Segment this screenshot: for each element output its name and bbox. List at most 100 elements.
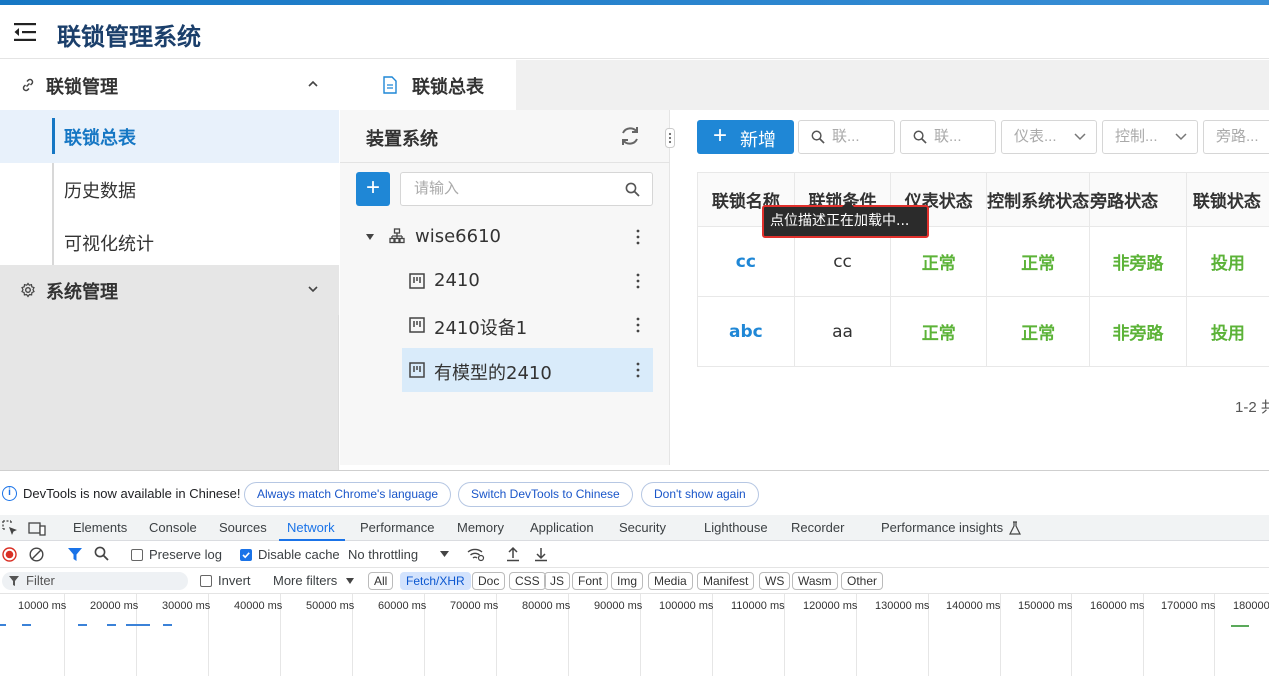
status-cell: 投用 [1186,297,1269,367]
app-header: 联锁管理系统 [0,5,1269,59]
caret-down-icon[interactable] [365,233,375,241]
sidebar-item-interlock-table[interactable]: 联锁总表 [0,110,339,163]
devtools-tab-network[interactable]: Network [287,520,335,535]
network-timeline-overview[interactable]: 10000 ms 20000 ms 30000 ms 40000 ms 5000… [0,594,1269,684]
chip-font[interactable]: Font [572,572,608,590]
tree-node-root[interactable]: wise6610 [358,215,653,259]
devtools-tab-performance-insights[interactable]: Performance insights [881,520,1003,535]
more-vertical-icon[interactable] [635,227,641,247]
add-button-label: 新增 [740,126,776,152]
timeline-label: 80000 ms [522,600,570,612]
table-row[interactable]: abc aa 正常 正常 非旁路 投用 [698,297,1269,367]
devtools-tab-performance[interactable]: Performance [360,520,434,535]
interlock-name-link[interactable]: abc [698,297,795,367]
table-panel: + 新增 联... 联... 仪表... 控制... 旁路... 联锁名称 联锁… [697,110,1269,465]
filter-control-status[interactable]: 控制... [1102,120,1198,154]
chip-ws[interactable]: WS [759,572,790,590]
network-filter-input[interactable]: Filter [2,572,188,590]
chip-css[interactable]: CSS [509,572,546,590]
more-vertical-icon[interactable] [635,315,641,335]
search-placeholder: 请输入 [414,180,459,197]
notice-text: DevTools is now available in Chinese! [23,486,241,501]
throttling-select[interactable]: No throttling [348,547,418,562]
info-icon: i [2,486,17,501]
device-icon [409,317,425,333]
add-node-button[interactable]: + [356,172,390,206]
sidebar-group-interlock[interactable]: 联锁管理 [0,60,339,110]
tree-panel-title: 装置系统 [366,125,438,151]
plus-icon: + [713,123,727,149]
chip-wasm[interactable]: Wasm [792,572,838,590]
timeline-label: 70000 ms [450,600,498,612]
chip-img[interactable]: Img [611,572,643,590]
column-header[interactable]: 控制系统状态 [987,173,1090,227]
chevron-down-icon [1175,132,1187,142]
search-icon [913,130,927,144]
chip-media[interactable]: Media [648,572,693,590]
column-header[interactable]: 旁路状态 [1090,173,1187,227]
chevron-up-icon [306,77,320,91]
sidebar-item-statistics[interactable]: 可视化统计 [0,216,339,265]
devtools-tab-recorder[interactable]: Recorder [791,520,844,535]
timeline-label: 120000 ms [803,600,857,612]
devtools-tab-elements[interactable]: Elements [73,520,127,535]
chip-js[interactable]: JS [544,572,570,590]
filter-funnel-icon[interactable] [67,547,83,562]
sidebar-item-history[interactable]: 历史数据 [0,163,339,216]
device-icon [409,273,425,289]
tree-node-child[interactable]: 2410 [402,259,653,303]
sidebar-group-system[interactable]: 系统管理 [0,265,339,315]
chip-all[interactable]: All [368,572,393,590]
disable-cache-label: Disable cache [258,547,340,562]
more-filters-dropdown[interactable]: More filters [273,573,337,588]
disable-cache-checkbox[interactable] [240,549,252,561]
filter-bypass-status[interactable]: 旁路... [1203,120,1269,154]
dont-show-again-button[interactable]: Don't show again [641,482,759,507]
devtools-tab-memory[interactable]: Memory [457,520,504,535]
tree-node-label: 2410设备1 [434,314,527,340]
refresh-icon[interactable] [618,124,642,148]
filter-instrument-status[interactable]: 仪表... [1001,120,1097,154]
tree-node-child-selected[interactable]: 有模型的2410 [402,348,653,392]
chip-manifest[interactable]: Manifest [697,572,754,590]
devtools-tab-sources[interactable]: Sources [219,520,267,535]
menu-fold-icon[interactable] [14,23,36,41]
chevron-down-icon [1074,132,1086,142]
timeline-label: 10000 ms [18,600,66,612]
tree-node-child[interactable]: 2410设备1 [402,303,653,347]
device-toolbar-icon[interactable] [28,520,46,536]
filter-interlock-condition[interactable]: 联... [900,120,996,154]
tree-search-input[interactable]: 请输入 [400,172,653,206]
add-interlock-button[interactable]: + 新增 [697,120,794,154]
chip-other[interactable]: Other [841,572,883,590]
network-toolbar: Preserve log Disable cache No throttling [0,541,1269,568]
devtools-tab-lighthouse[interactable]: Lighthouse [704,520,768,535]
devtools-tab-application[interactable]: Application [530,520,594,535]
invert-checkbox[interactable] [200,575,212,587]
chevron-down-icon [306,282,320,296]
preserve-log-checkbox[interactable] [131,549,143,561]
chip-doc[interactable]: Doc [472,572,505,590]
tab-interlock-table[interactable]: 联锁总表 [340,60,516,110]
panel-resize-handle[interactable] [665,128,675,148]
column-header[interactable]: 联锁状态 [1186,173,1269,227]
upload-icon[interactable] [506,546,520,562]
devtools-tab-console[interactable]: Console [149,520,197,535]
always-match-language-button[interactable]: Always match Chrome's language [244,482,451,507]
chip-fetch-xhr[interactable]: Fetch/XHR [400,572,471,590]
tree-node-label: 有模型的2410 [434,359,552,385]
search-icon[interactable] [94,546,109,561]
clear-icon[interactable] [29,547,44,562]
flask-icon [1009,521,1021,535]
switch-to-chinese-button[interactable]: Switch DevTools to Chinese [458,482,633,507]
inspect-element-icon[interactable] [2,520,18,536]
more-vertical-icon[interactable] [635,271,641,291]
filter-interlock-name[interactable]: 联... [798,120,895,154]
record-stop-icon[interactable] [2,547,17,562]
status-cell: 非旁路 [1090,227,1187,297]
devtools-tab-security[interactable]: Security [619,520,666,535]
sidebar: 联锁管理 联锁总表 历史数据 可视化统计 系统管理 [0,60,339,470]
more-vertical-icon[interactable] [635,360,641,380]
download-icon[interactable] [534,546,548,562]
network-conditions-icon[interactable] [467,546,485,562]
